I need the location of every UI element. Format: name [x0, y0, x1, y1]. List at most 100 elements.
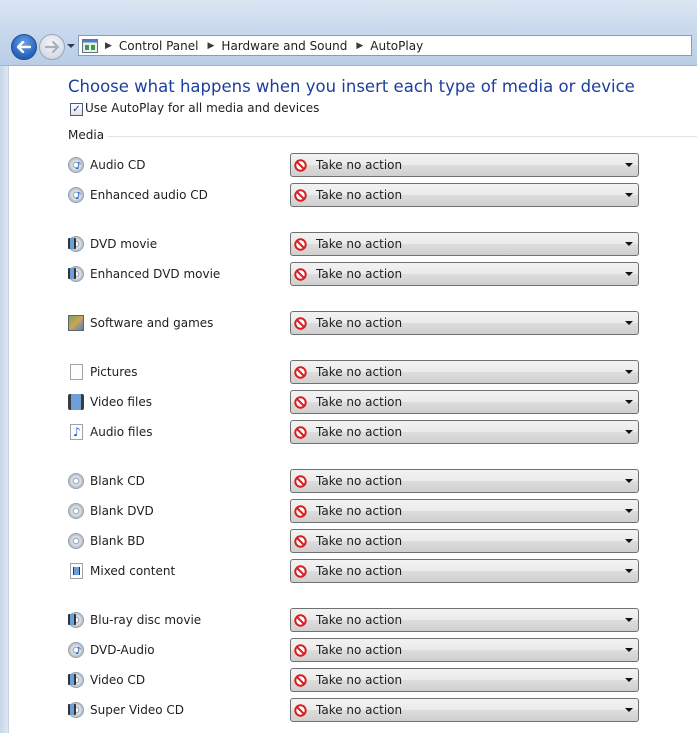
- chevron-down-icon: [625, 678, 633, 682]
- mixed-content-icon: [70, 563, 83, 579]
- super-video-cd-icon: [68, 702, 84, 718]
- no-action-icon: [294, 474, 307, 488]
- media-type-label: DVD movie: [90, 237, 158, 251]
- action-dropdown-value: Take no action: [316, 673, 403, 687]
- media-type-label: Enhanced DVD movie: [90, 267, 221, 281]
- no-action-icon: [294, 158, 307, 172]
- no-action-icon: [294, 613, 307, 627]
- address-bar[interactable]: ▶ Control Panel ▶ Hardware and Sound ▶ A…: [78, 35, 692, 56]
- chevron-down-icon: [625, 272, 633, 276]
- recent-pages-dropdown-icon[interactable]: [66, 41, 76, 51]
- breadcrumb-hardware-and-sound[interactable]: Hardware and Sound: [221, 39, 347, 53]
- action-dropdown[interactable]: Take no action: [290, 153, 639, 177]
- action-dropdown[interactable]: Take no action: [290, 390, 639, 414]
- use-autoplay-label[interactable]: Use AutoPlay for all media and devices: [85, 101, 319, 115]
- no-action-icon: [294, 564, 307, 578]
- media-row: Blank CD Take no action: [9, 469, 697, 493]
- forward-button[interactable]: [39, 34, 65, 60]
- action-dropdown[interactable]: Take no action: [290, 232, 639, 256]
- action-dropdown[interactable]: Take no action: [290, 469, 639, 493]
- chevron-down-icon: [625, 242, 633, 246]
- action-dropdown[interactable]: Take no action: [290, 668, 639, 692]
- action-dropdown-value: Take no action: [316, 395, 403, 409]
- media-type-label: Super Video CD: [90, 703, 185, 717]
- media-type-label: Blu-ray disc movie: [90, 613, 202, 627]
- media-type-label: Video CD: [90, 673, 146, 687]
- arrow-right-icon: [45, 41, 59, 53]
- breadcrumb-control-panel[interactable]: Control Panel: [119, 39, 199, 53]
- chevron-down-icon: [625, 430, 633, 434]
- media-row: Software and games Take no action: [9, 311, 697, 335]
- audio-files-icon: ♪: [70, 424, 83, 440]
- action-dropdown-value: Take no action: [316, 188, 403, 202]
- breadcrumb-separator-icon[interactable]: ▶: [208, 41, 215, 51]
- media-row: Enhanced DVD movie Take no action: [9, 262, 697, 286]
- pictures-icon: [70, 364, 83, 380]
- media-row: Video files Take no action: [9, 390, 697, 414]
- media-row: ♪ DVD-Audio Take no action: [9, 638, 697, 662]
- action-dropdown-value: Take no action: [316, 237, 403, 251]
- chevron-down-icon: [625, 400, 633, 404]
- breadcrumb-autoplay[interactable]: AutoPlay: [370, 39, 423, 53]
- media-row: ♪ Audio files Take no action: [9, 420, 697, 444]
- no-action-icon: [294, 316, 307, 330]
- chevron-down-icon: [625, 569, 633, 573]
- action-dropdown[interactable]: Take no action: [290, 311, 639, 335]
- chevron-down-icon: [625, 479, 633, 483]
- action-dropdown-value: Take no action: [316, 425, 403, 439]
- blank-dvd-icon: [68, 503, 84, 519]
- media-type-label: Blank BD: [90, 534, 145, 548]
- media-type-label: Audio files: [90, 425, 153, 439]
- chevron-down-icon: [625, 539, 633, 543]
- action-dropdown-value: Take no action: [316, 316, 403, 330]
- no-action-icon: [294, 237, 307, 251]
- back-button[interactable]: [11, 34, 37, 60]
- media-row: Video CD Take no action: [9, 668, 697, 692]
- media-row: ♪ Audio CD Take no action: [9, 153, 697, 177]
- no-action-icon: [294, 188, 307, 202]
- chevron-down-icon: [625, 618, 633, 622]
- checkmark-icon: ✓: [72, 103, 81, 115]
- action-dropdown[interactable]: Take no action: [290, 698, 639, 722]
- action-dropdown[interactable]: Take no action: [290, 360, 639, 384]
- navigation-pane-edge: [0, 66, 8, 733]
- control-panel-icon: [82, 38, 98, 53]
- chevron-down-icon: [625, 321, 633, 325]
- media-row: Blu-ray disc movie Take no action: [9, 608, 697, 632]
- window-toolbar: [0, 0, 697, 66]
- action-dropdown[interactable]: Take no action: [290, 608, 639, 632]
- media-row: Blank BD Take no action: [9, 529, 697, 553]
- no-action-icon: [294, 395, 307, 409]
- action-dropdown-value: Take no action: [316, 504, 403, 518]
- action-dropdown-value: Take no action: [316, 564, 403, 578]
- action-dropdown[interactable]: Take no action: [290, 638, 639, 662]
- action-dropdown-value: Take no action: [316, 158, 403, 172]
- chevron-down-icon: [625, 708, 633, 712]
- media-row: DVD movie Take no action: [9, 232, 697, 256]
- breadcrumb-separator-icon[interactable]: ▶: [105, 41, 112, 51]
- section-divider: [108, 136, 697, 137]
- action-dropdown[interactable]: Take no action: [290, 420, 639, 444]
- chevron-down-icon: [625, 163, 633, 167]
- action-dropdown[interactable]: Take no action: [290, 559, 639, 583]
- no-action-icon: [294, 643, 307, 657]
- blank-cd-icon: [68, 473, 84, 489]
- action-dropdown-value: Take no action: [316, 534, 403, 548]
- action-dropdown[interactable]: Take no action: [290, 183, 639, 207]
- media-type-label: Pictures: [90, 365, 138, 379]
- media-row: Mixed content Take no action: [9, 559, 697, 583]
- video-files-icon: [68, 394, 84, 410]
- action-dropdown[interactable]: Take no action: [290, 499, 639, 523]
- breadcrumb-separator-icon[interactable]: ▶: [356, 41, 363, 51]
- chevron-down-icon: [625, 370, 633, 374]
- action-dropdown-value: Take no action: [316, 643, 403, 657]
- action-dropdown[interactable]: Take no action: [290, 529, 639, 553]
- use-autoplay-checkbox[interactable]: ✓: [70, 103, 83, 116]
- media-type-label: DVD-Audio: [90, 643, 155, 657]
- no-action-icon: [294, 267, 307, 281]
- action-dropdown-value: Take no action: [316, 703, 403, 717]
- media-row: Super Video CD Take no action: [9, 698, 697, 722]
- action-dropdown[interactable]: Take no action: [290, 262, 639, 286]
- page-title: Choose what happens when you insert each…: [68, 77, 635, 96]
- bluray-movie-icon: [68, 612, 84, 628]
